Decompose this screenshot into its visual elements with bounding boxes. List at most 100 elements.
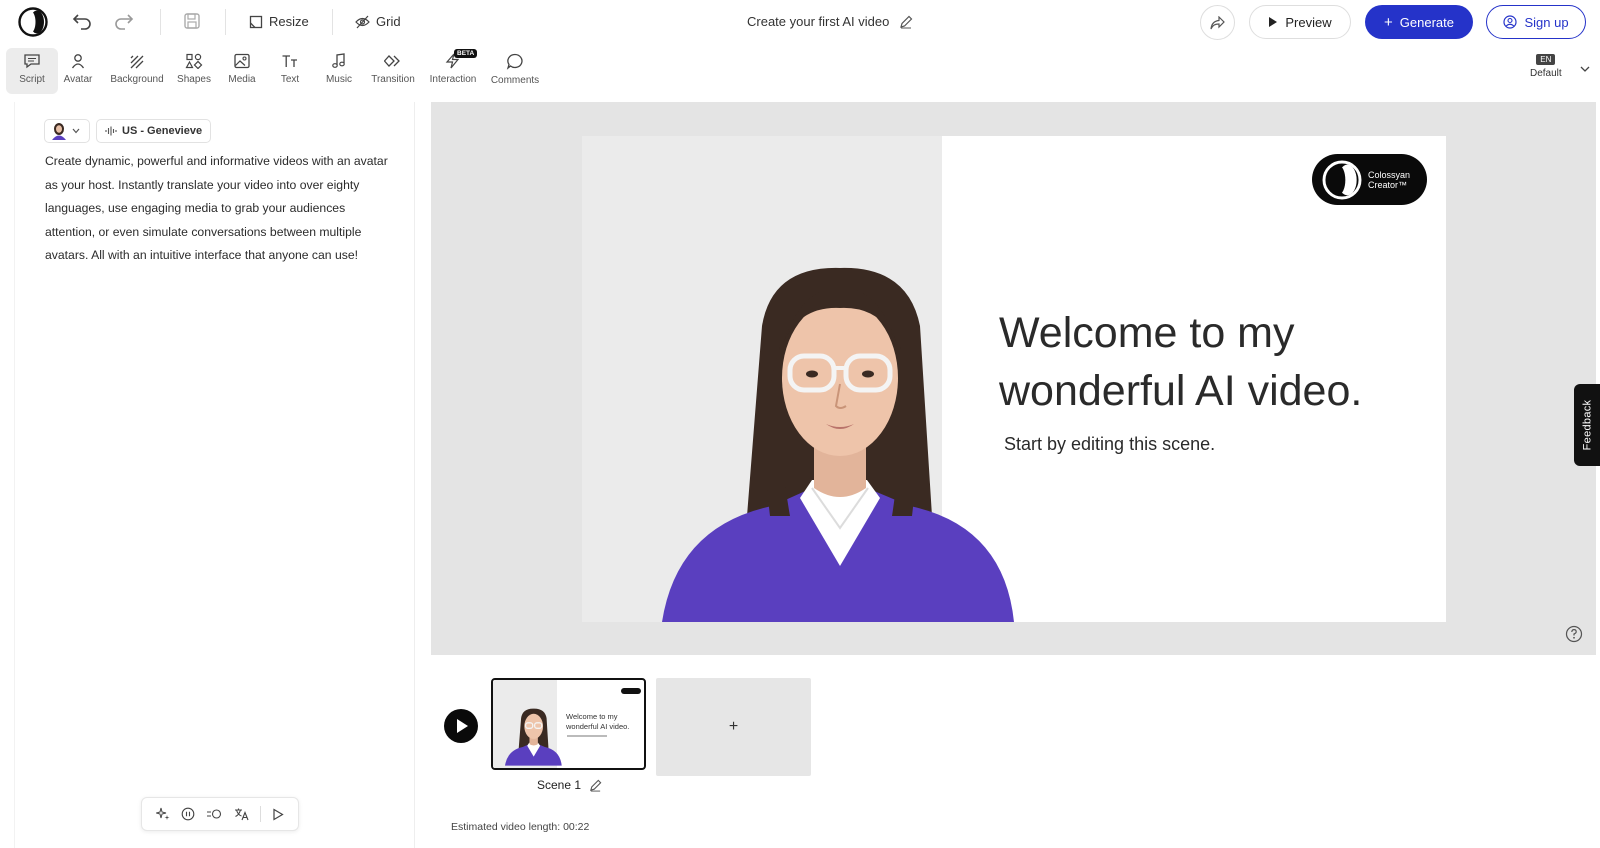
language-code: EN bbox=[1536, 54, 1556, 65]
language-selector[interactable]: EN Default bbox=[1530, 54, 1562, 79]
logo-line-2: Creator™ bbox=[1368, 179, 1408, 190]
app-logo[interactable] bbox=[18, 7, 48, 37]
play-outline-icon[interactable] bbox=[272, 807, 284, 821]
tool-script[interactable]: Script bbox=[6, 48, 58, 94]
tool-label: Background bbox=[110, 74, 164, 85]
script-toolbar bbox=[141, 797, 299, 831]
avatar-thumbnail-icon bbox=[52, 123, 66, 140]
top-bar: Resize Grid Create your first AI video P… bbox=[0, 0, 1600, 44]
script-panel: US - Genevieve Create dynamic, powerful … bbox=[14, 102, 415, 848]
tool-interaction[interactable]: Interaction BETA bbox=[426, 48, 480, 94]
feedback-tab[interactable]: Feedback bbox=[1574, 384, 1600, 466]
grid-button[interactable]: Grid bbox=[355, 14, 401, 29]
thumb-subheading bbox=[567, 735, 607, 737]
help-button[interactable] bbox=[1565, 625, 1583, 643]
pronunciation-icon[interactable] bbox=[206, 807, 222, 821]
slide-heading[interactable]: Welcome to my wonderful AI video. bbox=[999, 304, 1362, 420]
scene-label[interactable]: Scene 1 bbox=[537, 778, 602, 792]
avatar-presenter-image[interactable] bbox=[662, 266, 1022, 622]
colossyan-logo-icon bbox=[1322, 160, 1362, 199]
audio-wave-icon bbox=[105, 126, 117, 136]
play-circle-icon bbox=[444, 709, 478, 743]
translate-icon[interactable] bbox=[234, 807, 249, 821]
scene-name: Scene 1 bbox=[537, 778, 582, 792]
thumb-logo bbox=[621, 688, 641, 694]
undo-icon bbox=[72, 14, 91, 30]
thumb-heading-line-2: wonderful AI video. bbox=[566, 722, 630, 731]
script-textarea[interactable]: Create dynamic, powerful and informative… bbox=[45, 150, 397, 268]
resize-button[interactable]: Resize bbox=[249, 14, 309, 29]
colossyan-logo-icon bbox=[18, 7, 48, 37]
thumb-heading-line-1: Welcome to my bbox=[566, 712, 618, 721]
video-length-estimate: Estimated video length: 00:22 bbox=[451, 821, 590, 833]
tool-label: Music bbox=[325, 74, 353, 85]
chevron-down-icon bbox=[72, 128, 80, 134]
edit-pencil-icon bbox=[590, 779, 602, 792]
pause-circle-icon[interactable] bbox=[181, 807, 195, 821]
scene-canvas: Colossyan Creator™ Welcome to my wonderf… bbox=[431, 102, 1596, 655]
redo-icon bbox=[115, 14, 134, 30]
grid-label: Grid bbox=[376, 14, 401, 29]
tool-label: Transition bbox=[371, 74, 415, 85]
media-icon bbox=[234, 53, 250, 69]
signup-button[interactable]: Sign up bbox=[1486, 5, 1586, 39]
avatar-icon bbox=[71, 54, 85, 69]
ai-sparkle-icon[interactable] bbox=[155, 807, 170, 821]
voice-label: US - Genevieve bbox=[122, 125, 203, 137]
slide-heading-line-2: wonderful AI video. bbox=[999, 367, 1363, 415]
tool-label: Text bbox=[280, 74, 300, 85]
divider bbox=[259, 806, 261, 822]
tool-label: Shapes bbox=[177, 74, 211, 85]
edit-pencil-icon bbox=[900, 15, 913, 28]
tool-label: Media bbox=[228, 74, 256, 85]
comments-icon bbox=[506, 53, 523, 70]
avatar-selector[interactable] bbox=[44, 119, 90, 143]
tool-comments[interactable]: Comments bbox=[488, 48, 542, 94]
tool-shapes[interactable]: Shapes bbox=[168, 48, 220, 94]
share-button[interactable] bbox=[1200, 5, 1235, 40]
tool-label: Script bbox=[19, 74, 45, 85]
feedback-label: Feedback bbox=[1581, 399, 1593, 451]
resize-label: Resize bbox=[269, 14, 309, 29]
thumb-heading: Welcome to my wonderful AI video. bbox=[566, 712, 629, 732]
tool-text[interactable]: Text bbox=[264, 48, 316, 94]
background-icon bbox=[130, 55, 144, 69]
shapes-icon bbox=[185, 53, 203, 69]
share-icon bbox=[1210, 15, 1225, 29]
help-circle-icon bbox=[1565, 625, 1583, 643]
tool-background[interactable]: Background bbox=[110, 48, 164, 94]
thumb-avatar-image bbox=[505, 708, 562, 766]
voice-selector[interactable]: US - Genevieve bbox=[96, 119, 212, 143]
plus-icon: + bbox=[728, 718, 739, 735]
undo-button[interactable] bbox=[72, 11, 94, 31]
slide-preview[interactable]: Colossyan Creator™ Welcome to my wonderf… bbox=[582, 136, 1446, 622]
brand-logo-badge[interactable]: Colossyan Creator™ bbox=[1312, 154, 1427, 205]
beta-badge: BETA bbox=[454, 49, 478, 58]
user-circle-icon bbox=[1503, 15, 1518, 29]
music-icon bbox=[332, 53, 345, 68]
language-chevron[interactable] bbox=[1580, 66, 1590, 73]
tool-transition[interactable]: Transition bbox=[366, 48, 420, 94]
language-label: Default bbox=[1530, 68, 1562, 79]
redo-button[interactable] bbox=[112, 11, 134, 31]
tool-label: Comments bbox=[490, 75, 540, 86]
save-button[interactable] bbox=[183, 12, 201, 30]
play-icon bbox=[1269, 17, 1278, 27]
scene-thumbnail[interactable]: Welcome to my wonderful AI video. bbox=[491, 678, 646, 770]
project-title[interactable]: Create your first AI video bbox=[747, 14, 913, 29]
generate-button[interactable]: + Generate bbox=[1365, 5, 1473, 39]
tool-media[interactable]: Media bbox=[216, 48, 268, 94]
tool-avatar[interactable]: Avatar bbox=[52, 48, 104, 94]
signup-label: Sign up bbox=[1524, 14, 1569, 30]
plus-icon: + bbox=[1384, 13, 1393, 31]
timeline-play-button[interactable] bbox=[444, 709, 478, 743]
add-scene-button[interactable]: + bbox=[656, 678, 811, 776]
tool-music[interactable]: Music bbox=[313, 48, 365, 94]
divider bbox=[225, 9, 226, 35]
script-icon bbox=[24, 54, 40, 69]
preview-button[interactable]: Preview bbox=[1249, 5, 1351, 39]
generate-label: Generate bbox=[1399, 14, 1454, 30]
resize-icon bbox=[249, 15, 263, 28]
transition-icon bbox=[384, 55, 400, 67]
slide-subheading[interactable]: Start by editing this scene. bbox=[1004, 434, 1215, 455]
